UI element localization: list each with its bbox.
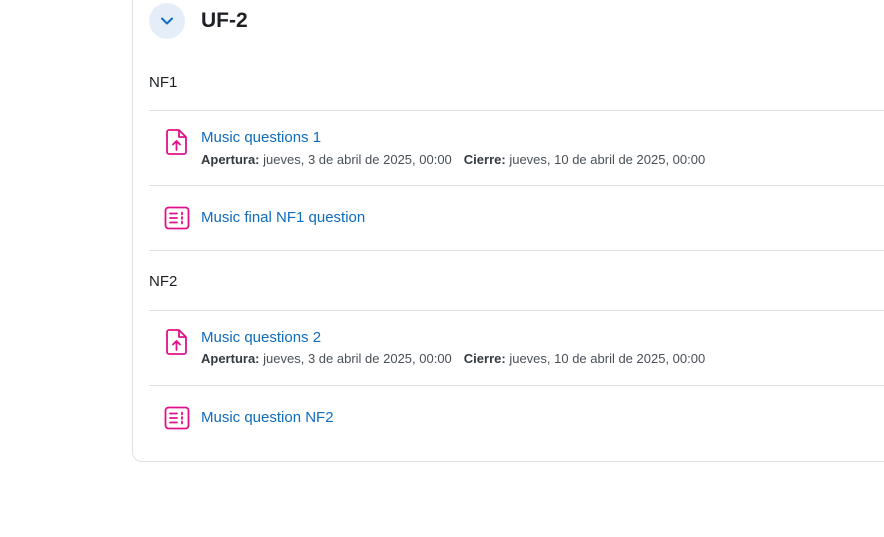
open-date-label: Apertura: — [201, 152, 260, 167]
section-card — [132, 0, 884, 462]
activity-dates: Apertura: jueves, 3 de abril de 2025, 00… — [201, 351, 705, 367]
quiz-list-icon — [163, 204, 191, 232]
assignment-upload-icon — [163, 128, 191, 156]
section-collapse-toggle[interactable] — [149, 3, 185, 39]
divider — [149, 310, 884, 311]
open-date-value: jueves, 3 de abril de 2025, 00:00 — [263, 152, 452, 167]
assignment-upload-icon — [163, 328, 191, 356]
activity-link-music-question-nf2[interactable]: Music question NF2 — [201, 409, 334, 427]
divider — [149, 110, 884, 111]
divider — [149, 385, 884, 386]
close-date-label: Cierre: — [463, 152, 506, 167]
section-title: UF-2 — [201, 9, 248, 32]
subsection-label-nf2: NF2 — [149, 273, 178, 290]
quiz-list-icon — [163, 404, 191, 432]
activity-dates: Apertura: jueves, 3 de abril de 2025, 00… — [201, 152, 705, 168]
subsection-label-nf1: NF1 — [149, 74, 178, 91]
activity-link-music-final-nf1-question[interactable]: Music final NF1 question — [201, 209, 365, 227]
divider — [149, 250, 884, 251]
close-date-value: jueves, 10 de abril de 2025, 00:00 — [509, 152, 706, 167]
activity-link-music-questions-2[interactable]: Music questions 2 — [201, 329, 321, 347]
open-date-value: jueves, 3 de abril de 2025, 00:00 — [263, 351, 452, 366]
close-date-value: jueves, 10 de abril de 2025, 00:00 — [509, 351, 706, 366]
close-date-label: Cierre: — [463, 351, 506, 366]
chevron-down-icon — [161, 17, 173, 25]
divider — [149, 185, 884, 186]
open-date-label: Apertura: — [201, 351, 260, 366]
activity-link-music-questions-1[interactable]: Music questions 1 — [201, 129, 321, 147]
